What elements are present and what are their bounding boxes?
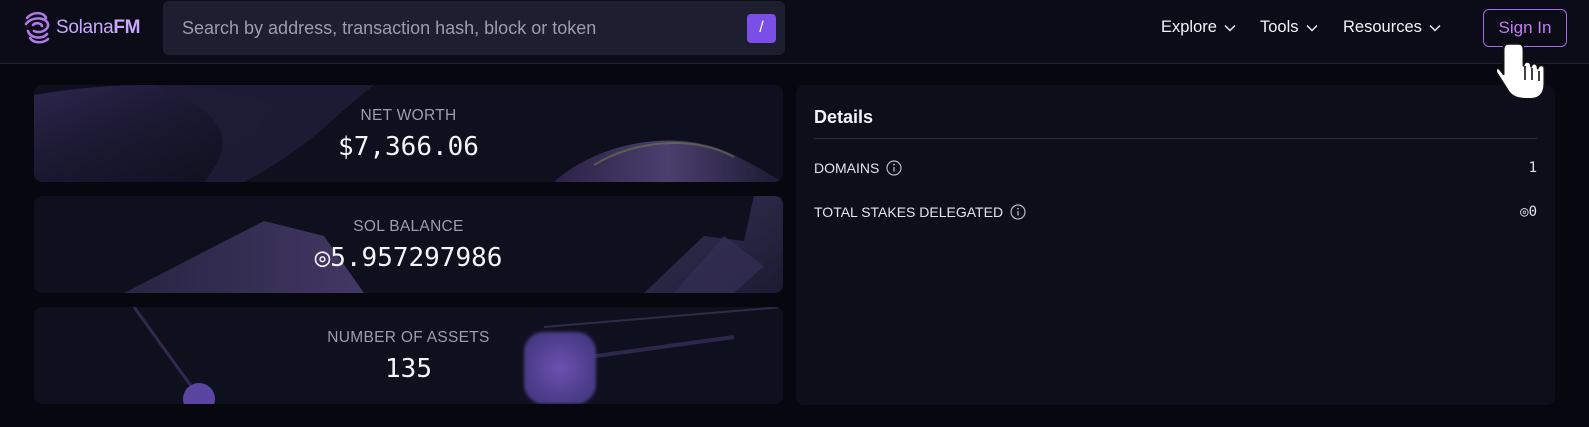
- solanafm-logo[interactable]: SolanaFM: [24, 10, 141, 46]
- brand-name-bold: FM: [113, 17, 141, 38]
- brand-name: SolanaFM: [56, 17, 141, 39]
- nav-resources-label: Resources: [1343, 18, 1422, 36]
- sol-balance-card: SOL BALANCE ◎5.957297986: [34, 196, 783, 293]
- search-input[interactable]: [163, 1, 747, 55]
- detail-label: DOMAINS: [814, 160, 902, 176]
- search-bar: /: [163, 1, 785, 55]
- nav-explore[interactable]: Explore: [1161, 18, 1236, 37]
- sol-balance-value: ◎5.957297986: [314, 243, 503, 273]
- chevron-down-icon: [1306, 24, 1318, 32]
- net-worth-label: NET WORTH: [360, 107, 457, 124]
- nav-resources[interactable]: Resources: [1343, 18, 1441, 37]
- info-icon[interactable]: [886, 160, 902, 176]
- nav-tools[interactable]: Tools: [1260, 18, 1318, 37]
- chevron-down-icon: [1224, 24, 1236, 32]
- nav-tools-label: Tools: [1260, 18, 1299, 36]
- info-icon[interactable]: [1010, 204, 1026, 220]
- stakes-label: TOTAL STAKES DELEGATED: [814, 204, 1004, 220]
- assets-count-card: NUMBER OF ASSETS 135: [34, 307, 783, 404]
- details-title: Details: [814, 107, 874, 127]
- detail-row-stakes: TOTAL STAKES DELEGATED ◎0: [814, 202, 1537, 224]
- nav-explore-label: Explore: [1161, 18, 1217, 36]
- stakes-value: ◎0: [1520, 204, 1537, 220]
- top-navbar: SolanaFM / Explore Tools Resources Sign …: [0, 0, 1589, 64]
- sol-balance-label: SOL BALANCE: [353, 218, 464, 235]
- search-shortcut-key[interactable]: /: [747, 13, 776, 43]
- domains-label: DOMAINS: [814, 160, 880, 176]
- details-divider: [814, 138, 1537, 139]
- hand-cursor-icon: [1497, 42, 1546, 100]
- assets-count-label: NUMBER OF ASSETS: [327, 329, 490, 346]
- details-panel: Details DOMAINS 1 TOTAL STAKES DELEGATED…: [796, 85, 1555, 405]
- detail-label: TOTAL STAKES DELEGATED: [814, 204, 1026, 220]
- net-worth-card: NET WORTH $7,366.06: [34, 85, 783, 182]
- chevron-down-icon: [1429, 24, 1441, 32]
- solanafm-swirl-icon: [24, 11, 50, 44]
- brand-name-light: Solana: [56, 17, 114, 38]
- detail-row-domains: DOMAINS 1: [814, 158, 1537, 180]
- domains-value: 1: [1528, 160, 1537, 176]
- shortcut-key-label: /: [759, 19, 764, 36]
- assets-count-value: 135: [385, 354, 432, 384]
- net-worth-value: $7,366.06: [338, 132, 479, 162]
